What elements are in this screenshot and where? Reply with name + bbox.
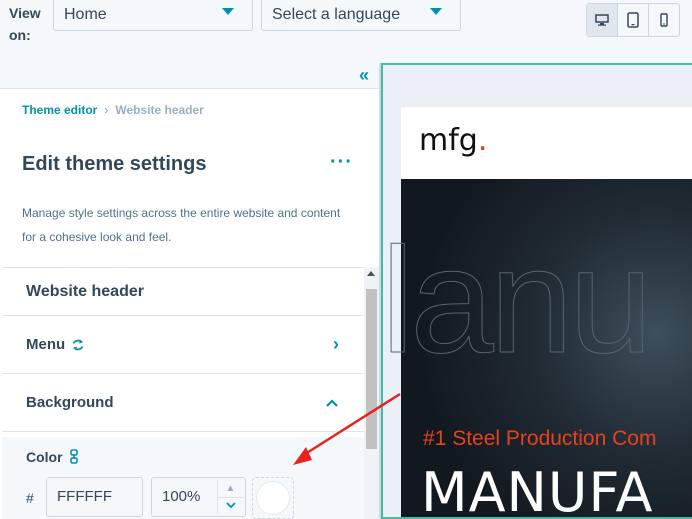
caret-down-icon <box>430 8 442 15</box>
breadcrumb-current: Website header <box>115 103 204 117</box>
hero-tagline: #1 Steel Production Com <box>423 427 657 450</box>
top-toolbar: View on: Home Select a language <box>0 0 692 63</box>
site-logo: mfg. <box>419 123 487 158</box>
color-setting: Color # FFFFFF 100% ▲ <box>2 437 364 519</box>
website-preview[interactable]: mfg. lanu #1 Steel Production Com MANUFA <box>381 63 692 519</box>
breadcrumb-theme-editor[interactable]: Theme editor <box>22 103 97 117</box>
preview-site-header[interactable]: mfg. <box>401 107 692 179</box>
desktop-view-button[interactable] <box>587 4 618 36</box>
menu-row[interactable]: Menu › <box>2 316 364 374</box>
panel-scrollbar[interactable] <box>364 267 379 519</box>
color-swatch-button[interactable] <box>252 477 294 519</box>
section-header-website-header: Website header <box>2 268 364 316</box>
breadcrumb-separator: › <box>104 103 109 117</box>
mobile-view-button[interactable] <box>649 4 679 36</box>
chevron-right-icon[interactable]: › <box>333 334 339 355</box>
stepper-down-icon[interactable] <box>218 496 243 515</box>
preview-hero: lanu #1 Steel Production Com MANUFA <box>383 179 692 519</box>
opacity-value: 100% <box>162 488 201 505</box>
scroll-thumb[interactable] <box>366 289 377 449</box>
background-row[interactable]: Background <box>2 374 364 432</box>
section-header-label: Website header <box>26 282 144 300</box>
color-swatch <box>256 481 290 515</box>
scroll-up-icon[interactable] <box>367 271 375 276</box>
language-select[interactable]: Select a language <box>261 0 461 31</box>
page-title: Edit theme settings <box>22 153 207 175</box>
tablet-view-button[interactable] <box>618 4 649 36</box>
collapse-panel-icon[interactable]: « <box>359 66 369 84</box>
chevron-up-icon[interactable] <box>325 392 339 413</box>
sync-icon <box>71 338 85 352</box>
mobile-icon <box>660 13 668 27</box>
hero-watermark-graphic: lanu <box>381 216 653 385</box>
opacity-input[interactable]: 100% ▲ <box>151 477 246 517</box>
panel-top-bar: « <box>0 63 379 89</box>
page-select[interactable]: Home <box>53 0 253 31</box>
theme-settings-panel: « Theme editor › Website header Edit the… <box>0 63 381 519</box>
panel-description: Manage style settings across the entire … <box>22 206 341 244</box>
page-select-value: Home <box>64 6 107 23</box>
settings-list: Website header Menu › Background Color #… <box>2 267 364 519</box>
hex-color-input[interactable]: FFFFFF <box>46 477 143 517</box>
color-label: Color <box>26 449 79 465</box>
view-on-label: View on: <box>9 5 41 43</box>
hex-hash-label: # <box>26 490 34 506</box>
menu-row-label: Menu <box>26 336 66 353</box>
language-select-placeholder: Select a language <box>272 6 401 23</box>
hero-title: MANUFA <box>421 461 654 519</box>
tablet-icon <box>627 12 639 28</box>
more-actions-icon[interactable]: ··· <box>330 151 353 174</box>
caret-down-icon <box>222 8 234 15</box>
opacity-stepper: ▲ <box>217 480 243 514</box>
device-toggle <box>586 3 680 37</box>
logo-text: mfg <box>419 123 478 158</box>
background-row-label: Background <box>26 394 114 411</box>
link-inherit-icon[interactable] <box>69 449 79 465</box>
color-label-text: Color <box>26 449 63 465</box>
stepper-up-icon[interactable]: ▲ <box>218 480 243 497</box>
breadcrumb: Theme editor › Website header <box>22 103 204 117</box>
logo-dot: . <box>477 123 488 158</box>
desktop-icon <box>595 14 609 26</box>
